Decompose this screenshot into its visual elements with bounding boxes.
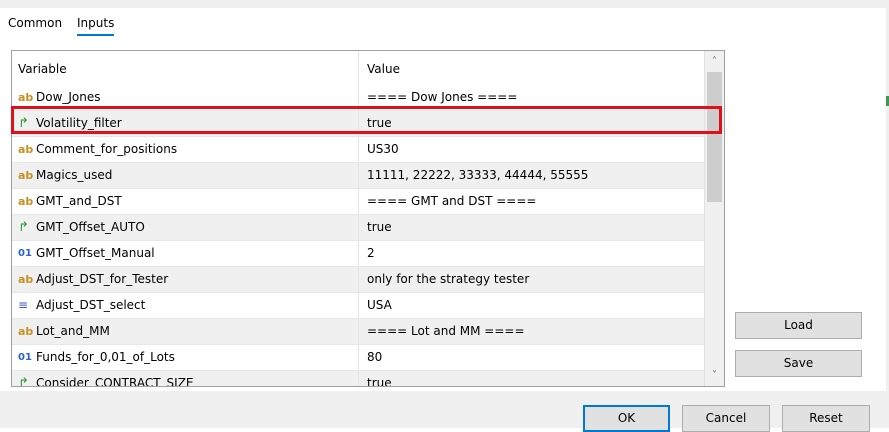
variable-value[interactable]: ==== Dow Jones ==== (367, 85, 517, 110)
scrollbar-thumb[interactable] (707, 72, 722, 202)
boolean-type-icon: ↱ (18, 220, 29, 235)
column-separator (358, 293, 359, 318)
variable-name: Adjust_DST_for_Tester (36, 272, 169, 286)
tab-inputs-label: Inputs (77, 16, 115, 30)
table-row[interactable]: ↱ Consider_CONTRACT_SIZE true (12, 371, 704, 387)
table-row-selected[interactable]: ↱ Volatility_filter true (12, 111, 704, 137)
variable-name-cell: ↱ GMT_Offset_AUTO (18, 215, 145, 240)
column-header-variable[interactable]: Variable (18, 62, 67, 76)
column-separator (358, 215, 359, 240)
variable-name-cell: ab Adjust_DST_for_Tester (18, 267, 168, 292)
variable-name-cell: 01 GMT_Offset_Manual (18, 241, 155, 266)
variable-value[interactable]: ==== GMT and DST ==== (367, 189, 536, 214)
table-row[interactable]: ab Lot_and_MM ==== Lot and MM ==== (12, 319, 704, 345)
grid-header: Variable Value (12, 51, 704, 86)
variable-name: Magics_used (36, 168, 113, 182)
column-separator (358, 137, 359, 162)
variable-name-cell: ab Comment_for_positions (18, 137, 177, 162)
variable-value[interactable]: 2 (367, 241, 375, 266)
scroll-up-arrow-icon[interactable]: ˄ (705, 53, 724, 70)
string-type-icon: ab (18, 169, 34, 182)
table-row[interactable]: ab Adjust_DST_for_Tester only for the str… (12, 267, 704, 293)
scroll-down-arrow-icon[interactable]: ˅ (705, 367, 724, 384)
boolean-type-icon: ↱ (18, 376, 29, 387)
table-row[interactable]: 01 GMT_Offset_Manual 2 (12, 241, 704, 267)
variable-name: Funds_for_0,01_of_Lots (36, 350, 175, 364)
table-row[interactable]: ≡ Adjust_DST_select USA (12, 293, 704, 319)
variable-value[interactable]: US30 (367, 137, 399, 162)
table-row[interactable]: ↱ GMT_Offset_AUTO true (12, 215, 704, 241)
boolean-type-icon: ↱ (18, 116, 29, 131)
column-separator (358, 111, 359, 136)
variable-name: Adjust_DST_select (36, 298, 146, 312)
variable-name: GMT_and_DST (36, 194, 122, 208)
column-separator (358, 267, 359, 292)
string-type-icon: ab (18, 195, 34, 208)
variable-value[interactable]: ==== Lot and MM ==== (367, 319, 525, 344)
enum-type-icon: ≡ (18, 298, 29, 312)
column-separator (358, 345, 359, 370)
string-type-icon: ab (18, 273, 34, 286)
variable-name: Dow_Jones (36, 90, 101, 104)
table-row[interactable]: ab Magics_used 11111, 22222, 33333, 44444… (12, 163, 704, 189)
column-separator (358, 241, 359, 266)
column-separator (358, 189, 359, 214)
variable-name: Comment_for_positions (36, 142, 178, 156)
variable-name-cell: 01 Funds_for_0,01_of_Lots (18, 345, 175, 370)
variable-name-cell: ab GMT_and_DST (18, 189, 122, 214)
variable-name-cell: ab Magics_used (18, 163, 112, 188)
integer-type-icon: 01 (18, 248, 32, 259)
variable-name-cell: ab Dow_Jones (18, 85, 101, 110)
variable-name-cell: ab Lot_and_MM (18, 319, 110, 344)
string-type-icon: ab (18, 143, 34, 156)
grid-rows: ab Dow_Jones ==== Dow Jones ==== ↱ Volatil… (12, 85, 704, 387)
integer-type-icon: 01 (18, 352, 32, 363)
table-row[interactable]: 01 Funds_for_0,01_of_Lots 80 (12, 345, 704, 371)
variable-value[interactable]: only for the strategy tester (367, 267, 529, 292)
table-row[interactable]: ab GMT_and_DST ==== GMT and DST ==== (12, 189, 704, 215)
column-separator (358, 85, 359, 110)
table-row[interactable]: ab Comment_for_positions US30 (12, 137, 704, 163)
active-tab-indicator (77, 34, 115, 36)
variable-value[interactable]: USA (367, 293, 392, 318)
window-top-strip (0, 0, 889, 8)
load-button[interactable]: Load (735, 312, 862, 339)
vertical-scrollbar[interactable]: ˄ ˅ (704, 51, 724, 386)
variable-value[interactable]: 11111, 22222, 33333, 44444, 55555 (367, 163, 588, 188)
column-header-value[interactable]: Value (367, 62, 400, 76)
variable-name: Lot_and_MM (36, 324, 110, 338)
tab-common[interactable]: Common (8, 16, 62, 30)
variable-value[interactable]: true (367, 111, 392, 136)
variable-name: Volatility_filter (36, 116, 122, 130)
variable-name: GMT_Offset_Manual (36, 246, 155, 260)
column-separator (358, 163, 359, 188)
column-separator (358, 371, 359, 386)
string-type-icon: ab (18, 325, 34, 338)
variable-name-cell: ↱ Consider_CONTRACT_SIZE (18, 371, 194, 387)
table-row[interactable]: ab Dow_Jones ==== Dow Jones ==== (12, 85, 704, 111)
variable-value[interactable]: true (367, 215, 392, 240)
variable-name: GMT_Offset_AUTO (36, 220, 145, 234)
save-button[interactable]: Save (735, 350, 862, 377)
variable-name: Consider_CONTRACT_SIZE (36, 376, 194, 387)
variable-name-cell: ↱ Volatility_filter (18, 111, 122, 136)
string-type-icon: ab (18, 91, 34, 104)
column-separator[interactable] (358, 51, 359, 85)
column-separator (358, 319, 359, 344)
tab-inputs[interactable]: Inputs (77, 16, 115, 36)
variable-name-cell: ≡ Adjust_DST_select (18, 293, 145, 318)
variable-value[interactable]: true (367, 371, 392, 386)
inputs-grid[interactable]: Variable Value ab Dow_Jones ==== Dow Jone… (11, 50, 725, 387)
variable-value[interactable]: 80 (367, 345, 382, 370)
